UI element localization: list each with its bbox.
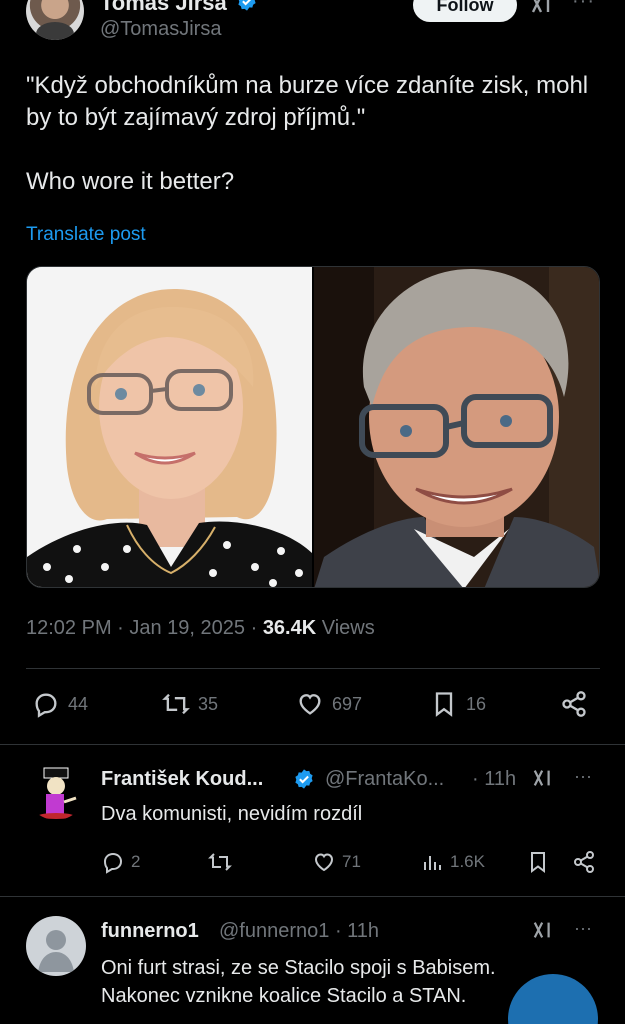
reply-avatar[interactable] bbox=[26, 916, 86, 976]
reply-time[interactable]: · 11h bbox=[472, 768, 516, 791]
woman-portrait-image[interactable] bbox=[27, 267, 312, 587]
views-button[interactable]: 1.6K bbox=[420, 850, 485, 874]
author-name[interactable]: Tomas Jirsa bbox=[100, 0, 227, 16]
grok-icon[interactable] bbox=[532, 920, 556, 940]
reply-icon bbox=[103, 852, 123, 874]
reply-author-name[interactable]: funnerno1 bbox=[101, 920, 199, 943]
views-count: 1.6K bbox=[450, 852, 485, 871]
reply-button[interactable]: 2 bbox=[101, 850, 140, 874]
repost-icon bbox=[162, 693, 190, 715]
tweet-timestamp[interactable]: 12:02 PM · Jan 19, 2025 · bbox=[26, 617, 263, 639]
like-count: 71 bbox=[342, 852, 361, 871]
reply-icon bbox=[35, 693, 57, 718]
like-icon bbox=[314, 853, 334, 872]
reply-avatar[interactable] bbox=[26, 760, 86, 820]
repost-count: 35 bbox=[198, 693, 219, 714]
views-count: 36.4K bbox=[262, 617, 317, 639]
like-button[interactable]: 697 bbox=[296, 690, 362, 718]
repost-icon bbox=[208, 853, 232, 871]
tweet-body: "Když obchodníkům na burze více zdaníte … bbox=[26, 70, 596, 230]
verified-badge-icon[interactable] bbox=[236, 0, 258, 12]
tweet-media[interactable] bbox=[26, 266, 600, 588]
share-button[interactable] bbox=[572, 850, 596, 874]
more-icon[interactable]: ··· bbox=[572, 0, 595, 13]
reply-author-name[interactable]: František Koud... bbox=[101, 768, 263, 791]
share-icon bbox=[574, 851, 594, 873]
bookmark-count: 16 bbox=[466, 693, 487, 714]
reply-text: Dva komunisti, nevidím rozdíl bbox=[101, 803, 363, 825]
reply-author-handle[interactable]: @funnerno1 · 11h bbox=[219, 920, 379, 943]
follow-button[interactable]: Follow bbox=[413, 0, 517, 22]
author-handle[interactable]: @TomasJirsa bbox=[100, 18, 221, 41]
reply-author-handle[interactable]: @FrantaKo... bbox=[325, 768, 444, 791]
tweet-meta: 12:02 PM · Jan 19, 2025 · 36.4K Views bbox=[26, 617, 375, 640]
author-avatar[interactable] bbox=[26, 0, 84, 40]
divider bbox=[26, 668, 600, 669]
grok-icon[interactable] bbox=[532, 768, 556, 788]
repost-button[interactable] bbox=[208, 850, 232, 874]
reply-text: Oni furt strasi, ze se Stacilo spoji s B… bbox=[101, 957, 496, 1007]
like-button[interactable]: 71 bbox=[312, 850, 361, 874]
tweet-header: Tomas Jirsa @TomasJirsa Follow ··· bbox=[0, 0, 625, 50]
reply-count: 44 bbox=[68, 693, 89, 714]
like-count: 697 bbox=[332, 693, 363, 714]
like-icon bbox=[299, 694, 321, 715]
tweet-quote: "Když obchodníkům na burze více zdaníte … bbox=[26, 72, 589, 131]
reply-button[interactable]: 44 bbox=[32, 690, 88, 718]
tweet-actions: 44 35 697 16 bbox=[26, 690, 600, 726]
reply-count: 2 bbox=[131, 852, 141, 871]
translate-post-link[interactable]: Translate post bbox=[26, 224, 146, 246]
more-icon[interactable]: ··· bbox=[574, 918, 592, 939]
share-icon bbox=[562, 691, 586, 717]
verified-badge-icon[interactable] bbox=[293, 768, 315, 790]
bookmark-icon bbox=[531, 852, 545, 873]
bookmark-button[interactable]: 16 bbox=[430, 690, 486, 718]
man-portrait-image[interactable] bbox=[314, 267, 599, 587]
grok-icon[interactable] bbox=[530, 0, 556, 14]
bookmark-button[interactable] bbox=[526, 850, 550, 874]
more-icon[interactable]: ··· bbox=[574, 766, 592, 787]
tweet-question: Who wore it better? bbox=[26, 168, 235, 195]
share-button[interactable] bbox=[560, 690, 588, 718]
views-icon bbox=[424, 856, 441, 870]
bookmark-icon bbox=[435, 692, 453, 717]
reply-item[interactable]: František Koud... @FrantaKo... · 11h ···… bbox=[0, 744, 625, 896]
repost-button[interactable]: 35 bbox=[162, 690, 218, 718]
views-label: Views bbox=[316, 617, 375, 639]
